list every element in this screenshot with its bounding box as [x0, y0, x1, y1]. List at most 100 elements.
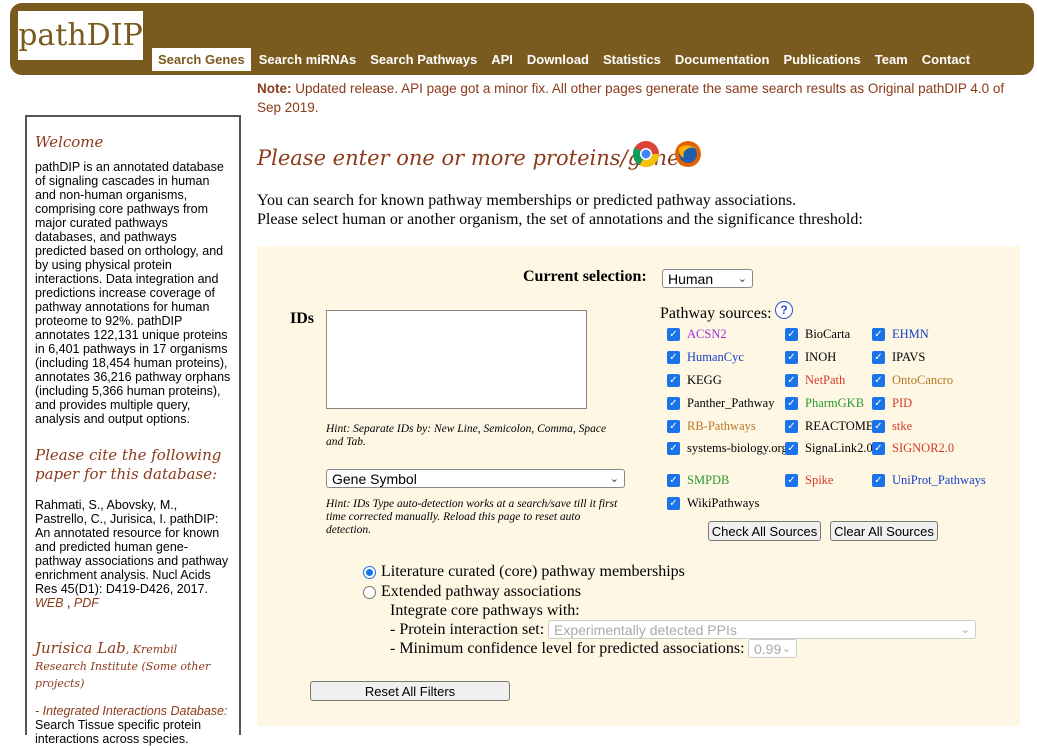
- chevron-down-icon: ⌄: [737, 273, 747, 285]
- source-checkbox[interactable]: ✓: [667, 420, 680, 433]
- source-pharmgkb[interactable]: ✓ PharmGKB: [785, 397, 883, 410]
- nav-team[interactable]: Team: [869, 48, 914, 71]
- source-signalink2-0[interactable]: ✓ SignaLink2.0: [785, 442, 883, 455]
- radio-extended[interactable]: [363, 585, 376, 599]
- source-acsn2[interactable]: ✓ ACSN2: [667, 328, 799, 341]
- source-pid[interactable]: ✓ PID: [872, 397, 1012, 410]
- source-checkbox[interactable]: ✓: [785, 474, 798, 487]
- source-checkbox[interactable]: ✓: [872, 374, 885, 387]
- confidence-select[interactable]: 0.99 ⌄: [748, 639, 797, 658]
- current-selection-label: Current selection:: [523, 268, 647, 285]
- source-checkbox[interactable]: ✓: [667, 397, 680, 410]
- source-checkbox[interactable]: ✓: [872, 351, 885, 364]
- nav-search-genes[interactable]: Search Genes: [152, 47, 251, 71]
- source-checkbox[interactable]: ✓: [785, 397, 798, 410]
- interaction-set-label: - Protein interaction set:: [390, 621, 545, 638]
- source-uniprot-pathways[interactable]: ✓ UniProt_Pathways: [872, 474, 1012, 487]
- source-systems-biology-org[interactable]: ✓ systems-biology.org: [667, 442, 799, 455]
- source-checkbox[interactable]: ✓: [785, 420, 798, 433]
- source-checkbox[interactable]: ✓: [667, 474, 680, 487]
- nav-documentation[interactable]: Documentation: [669, 48, 776, 71]
- source-signor2-0[interactable]: ✓ SIGNOR2.0: [872, 442, 1012, 455]
- source-ontocancro[interactable]: ✓ OntoCancro: [872, 374, 1012, 387]
- source-checkbox[interactable]: ✓: [785, 328, 798, 341]
- pathway-sources-label: Pathway sources:: [660, 305, 772, 322]
- source-checkbox[interactable]: ✓: [667, 497, 680, 510]
- source-checkbox[interactable]: ✓: [667, 442, 680, 455]
- source-checkbox[interactable]: ✓: [872, 397, 885, 410]
- interaction-set-select[interactable]: Experimentally detected PPIs ⌄: [548, 620, 976, 639]
- iid-text: Search Tissue specific protein interacti…: [35, 718, 202, 746]
- clear-all-sources-button[interactable]: Clear All Sources: [830, 521, 938, 541]
- ids-hint: Hint: Separate IDs by: New Line, Semicol…: [326, 423, 607, 448]
- firefox-icon: [675, 141, 701, 167]
- organism-select[interactable]: Human ⌄: [662, 269, 753, 288]
- pathdip-logo[interactable]: pathDIP: [18, 11, 143, 60]
- source-humancyc[interactable]: ✓ HumanCyc: [667, 351, 799, 364]
- source-label: systems-biology.org: [687, 441, 788, 455]
- source-checkbox[interactable]: ✓: [872, 442, 885, 455]
- citation-text: Rahmati, S., Abovsky, M., Pastrello, C.,…: [35, 498, 229, 596]
- nav-download[interactable]: Download: [521, 48, 595, 71]
- pdf-link[interactable]: PDF: [74, 596, 99, 610]
- source-ipavs[interactable]: ✓ IPAVS: [872, 351, 1012, 364]
- source-biocarta[interactable]: ✓ BioCarta: [785, 328, 883, 341]
- source-label: KEGG: [687, 373, 722, 387]
- iid-link[interactable]: - Integrated Interactions Database:: [35, 704, 231, 718]
- source-checkbox[interactable]: ✓: [785, 374, 798, 387]
- radio-extended-label: Extended pathway associations: [381, 583, 581, 600]
- radio-core-option[interactable]: Literature curated (core) pathway member…: [363, 563, 685, 581]
- main-nav: Search Genes Search miRNAs Search Pathwa…: [152, 47, 978, 71]
- source-checkbox[interactable]: ✓: [872, 420, 885, 433]
- check-all-sources-button[interactable]: Check All Sources: [708, 521, 821, 541]
- confidence-label: - Minimum confidence level for predicted…: [390, 640, 745, 657]
- nav-search-mirnas[interactable]: Search miRNAs: [253, 48, 363, 71]
- source-smpdb[interactable]: ✓ SMPDB: [667, 474, 799, 487]
- source-checkbox[interactable]: ✓: [785, 351, 798, 364]
- source-label: WikiPathways: [687, 496, 760, 510]
- lab-title[interactable]: Jurisica Lab: [35, 639, 126, 657]
- nav-publications[interactable]: Publications: [777, 48, 866, 71]
- source-stke[interactable]: ✓ stke: [872, 420, 1012, 433]
- source-checkbox[interactable]: ✓: [667, 374, 680, 387]
- cite-heading: Please cite the following paper for this…: [35, 446, 222, 483]
- note-label: Note:: [257, 81, 292, 96]
- source-reactome[interactable]: ✓ REACTOME: [785, 420, 883, 433]
- nav-statistics[interactable]: Statistics: [597, 48, 667, 71]
- source-checkbox[interactable]: ✓: [872, 328, 885, 341]
- organism-value: Human: [668, 270, 714, 287]
- intro-text: You can search for known pathway members…: [257, 191, 1027, 229]
- source-label: stke: [892, 419, 913, 433]
- iid-block: - Integrated Interactions Database: Sear…: [35, 704, 231, 746]
- reset-all-filters-button[interactable]: Reset All Filters: [310, 681, 510, 701]
- source-ehmn[interactable]: ✓ EHMN: [872, 328, 1012, 341]
- source-checkbox[interactable]: ✓: [667, 351, 680, 364]
- web-link[interactable]: WEB: [35, 596, 63, 610]
- source-label: UniProt_Pathways: [892, 473, 986, 487]
- radio-extended-option[interactable]: Extended pathway associations: [363, 583, 581, 601]
- note-text: Updated release. API page got a minor fi…: [257, 81, 1005, 115]
- id-type-select[interactable]: Gene Symbol ⌄: [326, 469, 625, 488]
- citation-block: Rahmati, S., Abovsky, M., Pastrello, C.,…: [35, 498, 229, 610]
- source-label: SMPDB: [687, 473, 730, 487]
- source-kegg[interactable]: ✓ KEGG: [667, 374, 799, 387]
- source-checkbox[interactable]: ✓: [785, 442, 798, 455]
- nav-api[interactable]: API: [485, 48, 519, 71]
- chrome-icon: [632, 141, 660, 168]
- source-netpath[interactable]: ✓ NetPath: [785, 374, 883, 387]
- source-rb-pathways[interactable]: ✓ RB-Pathways: [667, 420, 799, 433]
- nav-search-pathways[interactable]: Search Pathways: [364, 48, 483, 71]
- source-checkbox[interactable]: ✓: [872, 474, 885, 487]
- ids-textarea[interactable]: [326, 310, 587, 409]
- source-checkbox[interactable]: ✓: [667, 328, 680, 341]
- source-spike[interactable]: ✓ Spike: [785, 474, 883, 487]
- header-bar: pathDIP Search Genes Search miRNAs Searc…: [10, 3, 1034, 75]
- nav-contact[interactable]: Contact: [916, 48, 976, 71]
- welcome-text: pathDIP is an annotated database of sign…: [35, 160, 231, 426]
- help-icon[interactable]: ?: [775, 301, 793, 319]
- source-panther-pathway[interactable]: ✓ Panther_Pathway: [667, 397, 799, 410]
- radio-core[interactable]: [363, 565, 376, 579]
- source-wikipathways[interactable]: ✓ WikiPathways: [667, 497, 799, 510]
- sidebar: Welcome pathDIP is an annotated database…: [25, 115, 241, 746]
- source-inoh[interactable]: ✓ INOH: [785, 351, 883, 364]
